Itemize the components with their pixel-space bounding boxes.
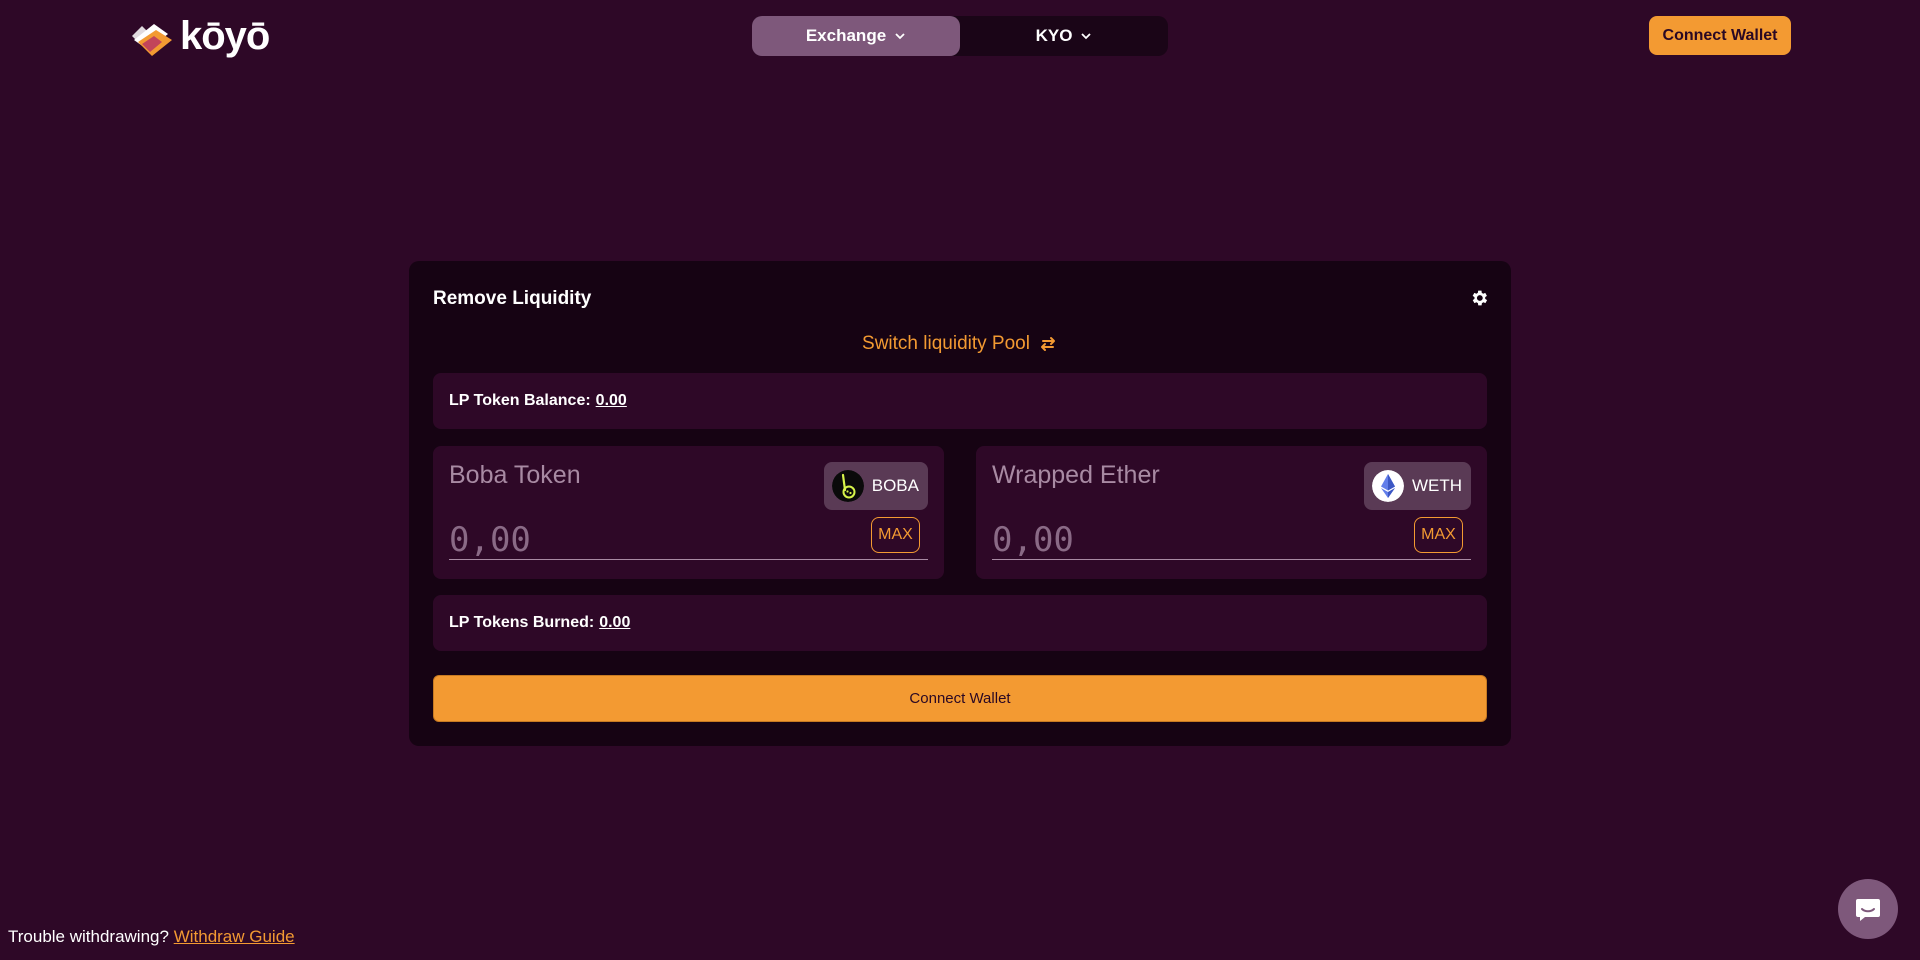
withdraw-help: Trouble withdrawing? Withdraw Guide <box>8 927 295 947</box>
boba-token-icon <box>831 470 864 502</box>
nav-kyo-label: KYO <box>1035 26 1073 45</box>
token-symbol: WETH <box>1411 476 1462 495</box>
token-select-weth[interactable]: WETH <box>1363 462 1471 510</box>
remove-liquidity-card: Remove Liquidity Switch liquidity Pool L… <box>409 261 1511 746</box>
logo-text: kōyō <box>180 14 270 58</box>
chat-icon <box>1856 899 1880 921</box>
token-box-boba: Boba Token BOBA MAX <box>433 446 944 579</box>
connect-wallet-button[interactable]: Connect Wallet <box>433 675 1487 722</box>
token-symbol: BOBA <box>871 476 919 495</box>
chat-support-button[interactable] <box>1838 879 1898 939</box>
nav-exchange-label: Exchange <box>805 26 887 45</box>
max-button-weth[interactable]: MAX <box>1414 517 1463 553</box>
lp-burned-label: LP Tokens Burned: <box>449 614 595 631</box>
token-select-boba[interactable]: BOBA <box>823 462 928 510</box>
logo[interactable]: kōyō <box>128 14 270 58</box>
gear-icon[interactable] <box>1469 288 1489 308</box>
switch-liquidity-pool-link[interactable]: Switch liquidity Pool <box>409 331 1511 357</box>
koyo-logo-icon <box>132 24 172 56</box>
lp-tokens-burned-row: LP Tokens Burned: 0.00 <box>433 595 1487 651</box>
main-nav: Exchange KYO <box>752 16 1168 56</box>
withdraw-help-text: Trouble withdrawing? <box>8 927 169 946</box>
token-name: Boba Token <box>449 461 581 489</box>
connect-wallet-header-button[interactable]: Connect Wallet <box>1649 16 1791 55</box>
lp-burned-value[interactable]: 0.00 <box>599 614 630 632</box>
swap-arrows-icon <box>1040 337 1055 351</box>
weth-amount-input[interactable] <box>992 520 1471 560</box>
lp-balance-value[interactable]: 0.00 <box>596 392 627 410</box>
boba-amount-input[interactable] <box>449 520 928 560</box>
nav-kyo-dropdown[interactable]: KYO <box>960 16 1168 56</box>
nav-exchange-dropdown[interactable]: Exchange <box>752 16 960 56</box>
token-box-weth: Wrapped Ether WETH MAX <box>976 446 1487 579</box>
max-button-boba[interactable]: MAX <box>871 517 920 553</box>
token-name: Wrapped Ether <box>992 461 1160 489</box>
withdraw-guide-link[interactable]: Withdraw Guide <box>174 927 295 946</box>
ethereum-icon <box>1371 470 1404 502</box>
lp-balance-label: LP Token Balance: <box>449 392 591 409</box>
top-header: kōyō Exchange KYO Connect Wallet <box>0 0 1920 72</box>
card-title: Remove Liquidity <box>433 288 592 309</box>
switch-pool-label: Switch liquidity Pool <box>862 333 1030 354</box>
chevron-down-icon <box>1081 33 1092 40</box>
lp-token-balance-row: LP Token Balance: 0.00 <box>433 373 1487 429</box>
chevron-down-icon <box>895 33 905 40</box>
